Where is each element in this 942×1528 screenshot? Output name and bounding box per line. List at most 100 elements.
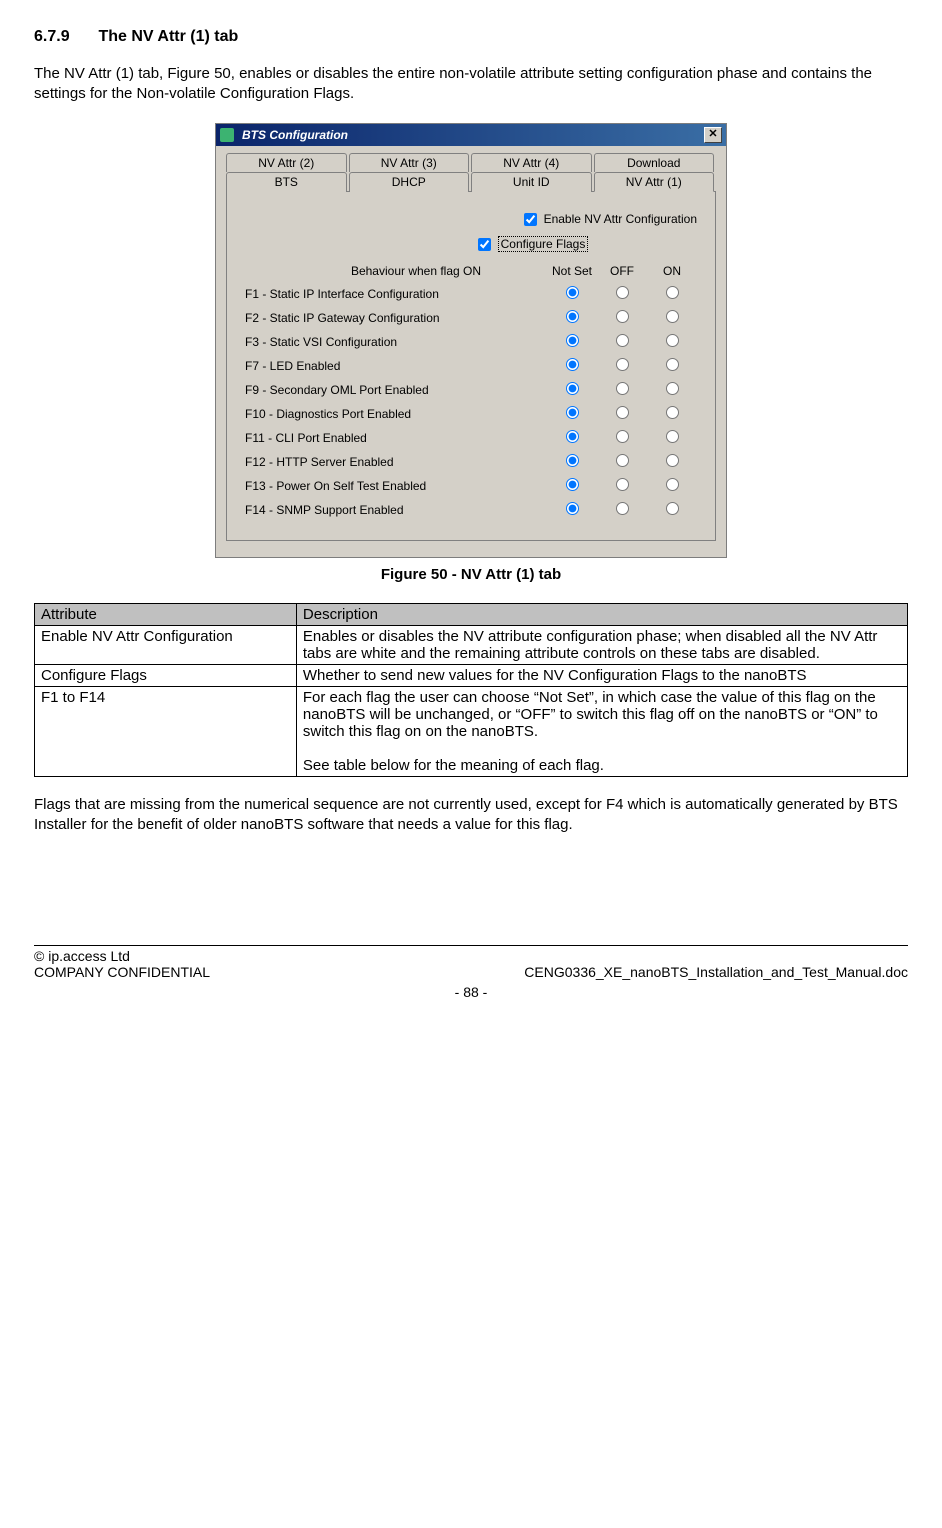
- footer-confidential: COMPANY CONFIDENTIAL: [34, 964, 210, 980]
- flag-radio-group: [547, 286, 697, 302]
- flag-radio-off[interactable]: [616, 334, 629, 347]
- flag-label: F2 - Static IP Gateway Configuration: [245, 311, 547, 325]
- cell-desc-2: For each flag the user can choose “Not S…: [296, 686, 907, 776]
- configure-flags-checkbox[interactable]: [478, 238, 491, 251]
- flag-rows-container: F1 - Static IP Interface Configuration F2…: [245, 282, 697, 522]
- enable-nv-attr-checkbox[interactable]: [524, 213, 537, 226]
- flag-radio-off[interactable]: [616, 286, 629, 299]
- flag-columns-header: Behaviour when flag ON Not Set OFF ON: [245, 264, 697, 278]
- flag-radio-on[interactable]: [666, 478, 679, 491]
- flag-radio-off[interactable]: [616, 358, 629, 371]
- flag-radio-group: [547, 334, 697, 350]
- tab-download[interactable]: Download: [594, 153, 715, 172]
- flag-radio-notset[interactable]: [566, 286, 579, 299]
- tab-nv-attr-1[interactable]: NV Attr (1): [594, 172, 715, 192]
- flag-radio-notset[interactable]: [566, 358, 579, 371]
- radio-cell: [597, 430, 647, 446]
- flag-radio-off[interactable]: [616, 310, 629, 323]
- flag-radio-on[interactable]: [666, 358, 679, 371]
- table-header-row: Attribute Description: [35, 603, 908, 625]
- col-on: ON: [647, 264, 697, 278]
- page-footer: © ip.access Ltd COMPANY CONFIDENTIAL CEN…: [34, 945, 908, 1000]
- col-off: OFF: [597, 264, 647, 278]
- figure-caption: Figure 50 - NV Attr (1) tab: [34, 566, 908, 583]
- flag-radio-off[interactable]: [616, 478, 629, 491]
- radio-cell: [647, 382, 697, 398]
- tab-nv-attr-4[interactable]: NV Attr (4): [471, 153, 592, 172]
- flag-row: F12 - HTTP Server Enabled: [245, 450, 697, 474]
- flag-radio-on[interactable]: [666, 502, 679, 515]
- flag-radio-on[interactable]: [666, 286, 679, 299]
- flag-row: F3 - Static VSI Configuration: [245, 330, 697, 354]
- table-row: Enable NV Attr Configuration Enables or …: [35, 625, 908, 664]
- radio-cell: [647, 310, 697, 326]
- flag-row: F10 - Diagnostics Port Enabled: [245, 402, 697, 426]
- flag-radio-notset[interactable]: [566, 478, 579, 491]
- flag-radio-notset[interactable]: [566, 430, 579, 443]
- dialog-title-label: BTS Configuration: [242, 128, 348, 142]
- flag-radio-group: [547, 502, 697, 518]
- configure-flags-text: Configure Flags: [498, 236, 589, 252]
- flag-label: F1 - Static IP Interface Configuration: [245, 287, 547, 301]
- radio-cell: [647, 502, 697, 518]
- flag-radio-off[interactable]: [616, 430, 629, 443]
- flag-radio-group: [547, 454, 697, 470]
- radio-cell: [647, 478, 697, 494]
- flag-radio-notset[interactable]: [566, 502, 579, 515]
- figure-container: BTS Configuration ✕ NV Attr (2) NV Attr …: [34, 123, 908, 558]
- flag-radio-group: [547, 358, 697, 374]
- intro-paragraph: The NV Attr (1) tab, Figure 50, enables …: [34, 64, 908, 105]
- radio-cell: [547, 430, 597, 446]
- radio-cell: [597, 406, 647, 422]
- tab-nv-attr-3[interactable]: NV Attr (3): [349, 153, 470, 172]
- radio-cell: [547, 454, 597, 470]
- tab-unit-id[interactable]: Unit ID: [471, 172, 592, 192]
- radio-cell: [647, 358, 697, 374]
- configure-flags-label[interactable]: Configure Flags: [474, 235, 589, 254]
- flag-radio-notset[interactable]: [566, 406, 579, 419]
- flag-radio-on[interactable]: [666, 382, 679, 395]
- footer-page-number: - 88 -: [34, 984, 908, 1000]
- tab-body: Enable NV Attr Configuration Configure F…: [226, 191, 716, 541]
- flag-radio-off[interactable]: [616, 454, 629, 467]
- flag-radio-off[interactable]: [616, 406, 629, 419]
- flag-row: F13 - Power On Self Test Enabled: [245, 474, 697, 498]
- flag-label: F14 - SNMP Support Enabled: [245, 503, 547, 517]
- flag-radio-notset[interactable]: [566, 382, 579, 395]
- enable-nv-attr-label[interactable]: Enable NV Attr Configuration: [520, 210, 697, 229]
- flag-label: F7 - LED Enabled: [245, 359, 547, 373]
- cell-desc-0: Enables or disables the NV attribute con…: [296, 625, 907, 664]
- close-icon[interactable]: ✕: [704, 127, 722, 143]
- section-title: The NV Attr (1) tab: [98, 28, 238, 45]
- flag-radio-off[interactable]: [616, 502, 629, 515]
- cell-attr-1: Configure Flags: [35, 664, 297, 686]
- flag-radio-on[interactable]: [666, 406, 679, 419]
- flag-label: F10 - Diagnostics Port Enabled: [245, 407, 547, 421]
- radio-cell: [547, 382, 597, 398]
- radio-cell: [597, 358, 647, 374]
- flag-radio-off[interactable]: [616, 382, 629, 395]
- tab-nv-attr-2[interactable]: NV Attr (2): [226, 153, 347, 172]
- flag-radio-on[interactable]: [666, 334, 679, 347]
- flag-row: F9 - Secondary OML Port Enabled: [245, 378, 697, 402]
- flag-radio-on[interactable]: [666, 454, 679, 467]
- flag-radio-notset[interactable]: [566, 334, 579, 347]
- tab-strip: NV Attr (2) NV Attr (3) NV Attr (4) Down…: [226, 152, 716, 191]
- radio-cell: [597, 310, 647, 326]
- th-description: Description: [296, 603, 907, 625]
- flag-row: F1 - Static IP Interface Configuration: [245, 282, 697, 306]
- flag-label: F9 - Secondary OML Port Enabled: [245, 383, 547, 397]
- flag-radio-notset[interactable]: [566, 454, 579, 467]
- flag-radio-group: [547, 406, 697, 422]
- tab-bts[interactable]: BTS: [226, 172, 347, 192]
- tab-dhcp[interactable]: DHCP: [349, 172, 470, 192]
- radio-cell: [597, 502, 647, 518]
- flag-row: F14 - SNMP Support Enabled: [245, 498, 697, 522]
- flag-radio-notset[interactable]: [566, 310, 579, 323]
- flag-radio-on[interactable]: [666, 310, 679, 323]
- flag-radio-on[interactable]: [666, 430, 679, 443]
- footer-docname: CENG0336_XE_nanoBTS_Installation_and_Tes…: [524, 964, 908, 980]
- attribute-table: Attribute Description Enable NV Attr Con…: [34, 603, 908, 777]
- dialog-title-text: BTS Configuration: [220, 128, 348, 142]
- cell-attr-0: Enable NV Attr Configuration: [35, 625, 297, 664]
